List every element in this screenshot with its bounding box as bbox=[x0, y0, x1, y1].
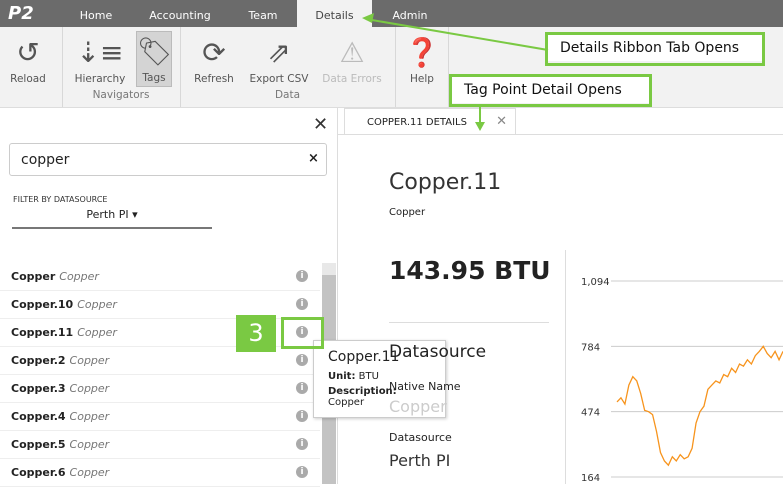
datasource-dropdown[interactable]: Perth PI ▾ bbox=[12, 208, 212, 229]
current-value: 143.95 BTU bbox=[389, 256, 551, 285]
refresh-button[interactable]: ⟳ Refresh bbox=[190, 33, 238, 85]
detail-title: Copper.11 bbox=[389, 170, 502, 195]
reload-button[interactable]: ↺ Reload bbox=[5, 33, 51, 85]
y-tick-label: 474 bbox=[581, 408, 600, 419]
hierarchy-label: Hierarchy bbox=[74, 73, 126, 85]
native-name-value: Copper bbox=[389, 397, 447, 416]
datasource-value-detail: Perth PI bbox=[389, 451, 451, 470]
close-tab-icon[interactable]: ✕ bbox=[496, 114, 507, 129]
tag-description: Copper bbox=[69, 382, 110, 395]
tag-name: Copper.3 bbox=[11, 382, 66, 395]
info-icon[interactable]: i bbox=[296, 270, 308, 282]
datasource-label: Datasource bbox=[389, 431, 452, 444]
datasource-heading: Datasource bbox=[389, 342, 487, 362]
filter-label: FILTER BY DATASOURCE bbox=[13, 195, 108, 204]
tag-description: Copper bbox=[69, 410, 110, 423]
list-item[interactable]: Copper.5 Copper bbox=[0, 431, 320, 459]
tags-label: Tags bbox=[142, 72, 166, 84]
export-icon: ⇗ bbox=[267, 36, 291, 69]
tag-description: Copper bbox=[69, 438, 110, 451]
tag-description: Copper bbox=[77, 298, 117, 311]
tab-accounting[interactable]: Accounting bbox=[140, 0, 220, 27]
export-csv-button[interactable]: ⇗ Export CSV bbox=[248, 33, 310, 85]
list-item[interactable]: Copper.3 Copper bbox=[0, 375, 320, 403]
info-icon[interactable]: i bbox=[296, 354, 308, 366]
tag-name: Copper bbox=[11, 270, 56, 283]
reload-icon: ↺ bbox=[16, 36, 40, 69]
detail-tab-label: COPPER.11 DETAILS bbox=[367, 117, 467, 128]
trend-chart: 1,094 784 474 164 bbox=[581, 277, 783, 484]
list-item[interactable]: Copper.4 Copper bbox=[0, 403, 320, 431]
help-label: Help bbox=[410, 73, 434, 85]
close-panel-icon[interactable]: ✕ bbox=[313, 114, 328, 135]
data-errors-button[interactable]: ⚠ Data Errors bbox=[320, 33, 384, 85]
tag-description: Copper bbox=[69, 354, 110, 367]
tag-description: Copper bbox=[69, 466, 110, 479]
data-errors-label: Data Errors bbox=[322, 73, 382, 85]
group-navigators: Navigators bbox=[92, 89, 150, 101]
datasource-value: Perth PI bbox=[86, 208, 129, 221]
hierarchy-button[interactable]: ⇣≡ Hierarchy bbox=[72, 33, 128, 85]
tag-description: Copper bbox=[77, 326, 117, 339]
description-label: Description: bbox=[328, 386, 397, 397]
tab-copper-11-details[interactable]: COPPER.11 DETAILS ✕ bbox=[344, 108, 516, 135]
tab-admin[interactable]: Admin bbox=[380, 0, 440, 27]
clear-search-icon[interactable]: × bbox=[308, 151, 319, 166]
info-icon[interactable]: i bbox=[296, 438, 308, 450]
hierarchy-icon: ⇣≡ bbox=[76, 36, 124, 69]
help-button[interactable]: ❓ Help bbox=[402, 33, 442, 85]
description-value: Copper bbox=[328, 397, 365, 408]
refresh-icon: ⟳ bbox=[202, 36, 226, 69]
list-item[interactable]: Copper.6 Copper bbox=[0, 459, 320, 487]
tag-name: Copper.4 bbox=[11, 410, 66, 423]
detail-subtitle: Copper bbox=[389, 207, 426, 218]
annotation-info-highlight bbox=[281, 317, 324, 349]
native-name-label: Native Name bbox=[389, 380, 461, 393]
annotation-detail-text: Tag Point Detail Opens bbox=[452, 77, 649, 103]
tag-name: Copper.5 bbox=[11, 438, 66, 451]
step-number-badge: 3 bbox=[236, 315, 276, 352]
tab-details[interactable]: Details bbox=[297, 0, 372, 27]
y-tick-label: 784 bbox=[581, 342, 600, 353]
tab-team[interactable]: Team bbox=[238, 0, 288, 27]
annotation-ribbon-box: Details Ribbon Tab Opens bbox=[545, 32, 765, 66]
group-data: Data bbox=[274, 89, 301, 101]
series-line bbox=[616, 345, 783, 467]
tag-icon: 🏷 bbox=[137, 35, 173, 68]
divider bbox=[395, 27, 396, 107]
p2-logo: P2 bbox=[8, 3, 34, 24]
tags-button[interactable]: 🏷 Tags bbox=[136, 31, 173, 87]
info-icon[interactable]: i bbox=[296, 466, 308, 478]
tab-home[interactable]: Home bbox=[66, 0, 126, 27]
search-input[interactable]: copper bbox=[9, 143, 327, 176]
tag-description: Copper bbox=[59, 270, 99, 283]
info-icon[interactable]: i bbox=[296, 298, 308, 310]
y-tick-label: 1,094 bbox=[581, 277, 610, 288]
divider bbox=[338, 134, 783, 135]
help-icon: ❓ bbox=[404, 36, 440, 69]
tag-name: Copper.2 bbox=[11, 354, 66, 367]
y-tick-label: 164 bbox=[581, 473, 600, 484]
info-icon[interactable]: i bbox=[296, 410, 308, 422]
tag-name: Copper.11 bbox=[11, 326, 74, 339]
warning-icon: ⚠ bbox=[339, 36, 365, 69]
unit-label: Unit: bbox=[328, 371, 356, 382]
tag-name: Copper.10 bbox=[11, 298, 74, 311]
top-bar: P2 Home Accounting Team Details Admin bbox=[0, 0, 783, 27]
annotation-detail-box: Tag Point Detail Opens bbox=[449, 74, 652, 107]
annotation-ribbon-text: Details Ribbon Tab Opens bbox=[548, 35, 762, 61]
refresh-label: Refresh bbox=[194, 73, 234, 85]
unit-value: BTU bbox=[358, 371, 379, 382]
tag-name: Copper.6 bbox=[11, 466, 66, 479]
reload-label: Reload bbox=[10, 73, 46, 85]
divider bbox=[389, 322, 549, 323]
list-item[interactable]: Copper Copper bbox=[0, 263, 320, 291]
info-icon[interactable]: i bbox=[296, 382, 308, 394]
export-label: Export CSV bbox=[249, 73, 309, 85]
